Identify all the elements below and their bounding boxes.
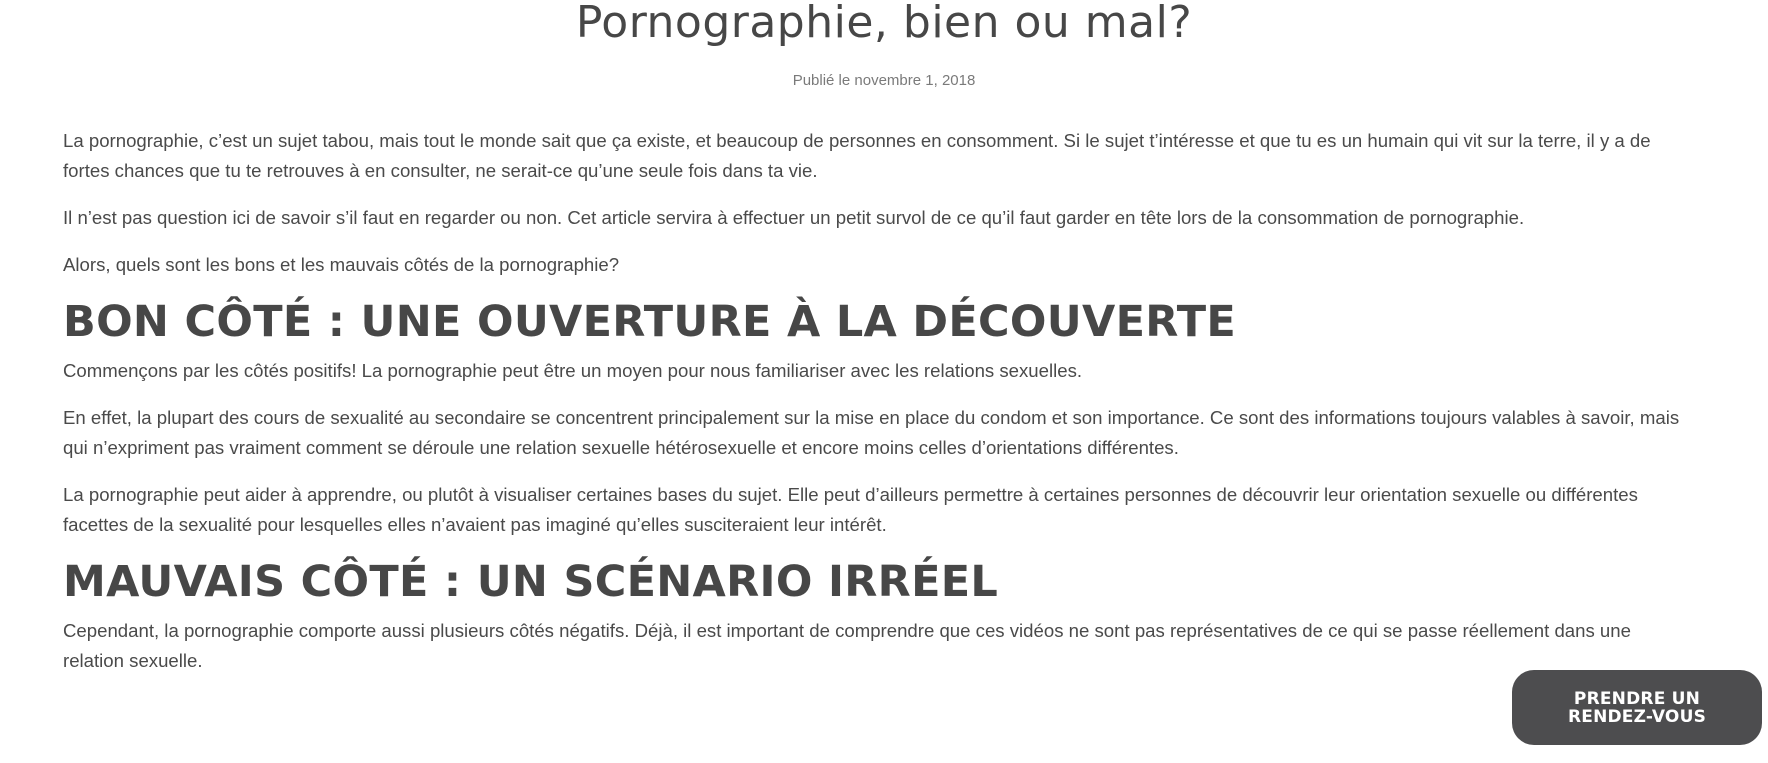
post-date: Publié le novembre 1, 2018: [792, 72, 976, 89]
intro-paragraph-2: Il n’est pas question ici de savoir s’il…: [63, 207, 1525, 228]
section1-paragraph-3: La pornographie peut aider à apprendre, …: [63, 484, 1638, 535]
section2-paragraph-1: Cependant, la pornographie comporte auss…: [63, 620, 1631, 671]
intro-paragraph-1: La pornographie, c’est un sujet tabou, m…: [63, 130, 1651, 181]
section-heading-good-side: BON CÔTÉ : UNE OUVERTURE À LA DÉCOUVERTE: [63, 297, 1237, 347]
intro-paragraph-3: Alors, quels sont les bons et les mauvai…: [63, 254, 620, 275]
article-content: La pornographie, c’est un sujet tabou, m…: [63, 126, 1683, 693]
section1-paragraph-1: Commençons par les côtés positifs! La po…: [63, 360, 1083, 381]
book-appointment-button[interactable]: PRENDRE UN RENDEZ-VOUS: [1512, 670, 1762, 745]
page-title: Pornographie, bien ou mal?: [575, 0, 1193, 48]
section1-paragraph-2: En effet, la plupart des cours de sexual…: [63, 407, 1680, 458]
section-heading-bad-side: MAUVAIS CÔTÉ : UN SCÉNARIO IRRÉEL: [63, 557, 999, 607]
book-appointment-label: PRENDRE UN RENDEZ-VOUS: [1567, 688, 1707, 727]
